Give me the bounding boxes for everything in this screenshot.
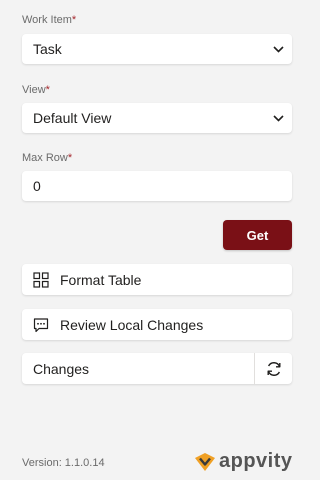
appvity-logo-text: appvity — [219, 450, 293, 472]
view-label: View* — [22, 84, 50, 96]
view-dropdown[interactable]: Default View — [22, 103, 292, 133]
chevron-down-icon — [264, 114, 292, 122]
format-table-label: Format Table — [60, 271, 142, 288]
changes-bar: Changes — [22, 353, 292, 384]
review-local-changes-label: Review Local Changes — [60, 316, 204, 333]
view-value: Default View — [33, 110, 112, 126]
comment-icon — [22, 317, 60, 333]
work-item-value: Task — [33, 41, 62, 57]
work-item-dropdown[interactable]: Task — [22, 34, 292, 64]
max-row-value: 0 — [33, 178, 41, 194]
chevron-down-icon — [264, 45, 292, 53]
changes-label: Changes — [33, 360, 90, 377]
max-row-label: Max Row* — [22, 152, 73, 164]
max-row-input[interactable]: 0 — [22, 171, 292, 201]
version-text: Version: 1.1.0.14 — [22, 457, 105, 469]
refresh-icon — [267, 361, 280, 376]
review-local-changes-button[interactable]: Review Local Changes — [22, 309, 292, 340]
appvity-logo-icon — [195, 452, 215, 471]
refresh-button[interactable] — [254, 353, 292, 384]
format-table-button[interactable]: Format Table — [22, 264, 292, 295]
work-item-label: Work Item* — [22, 14, 77, 26]
appvity-logo: appvity — [194, 450, 293, 473]
grid-icon — [22, 271, 60, 288]
get-button[interactable]: Get — [223, 220, 292, 250]
